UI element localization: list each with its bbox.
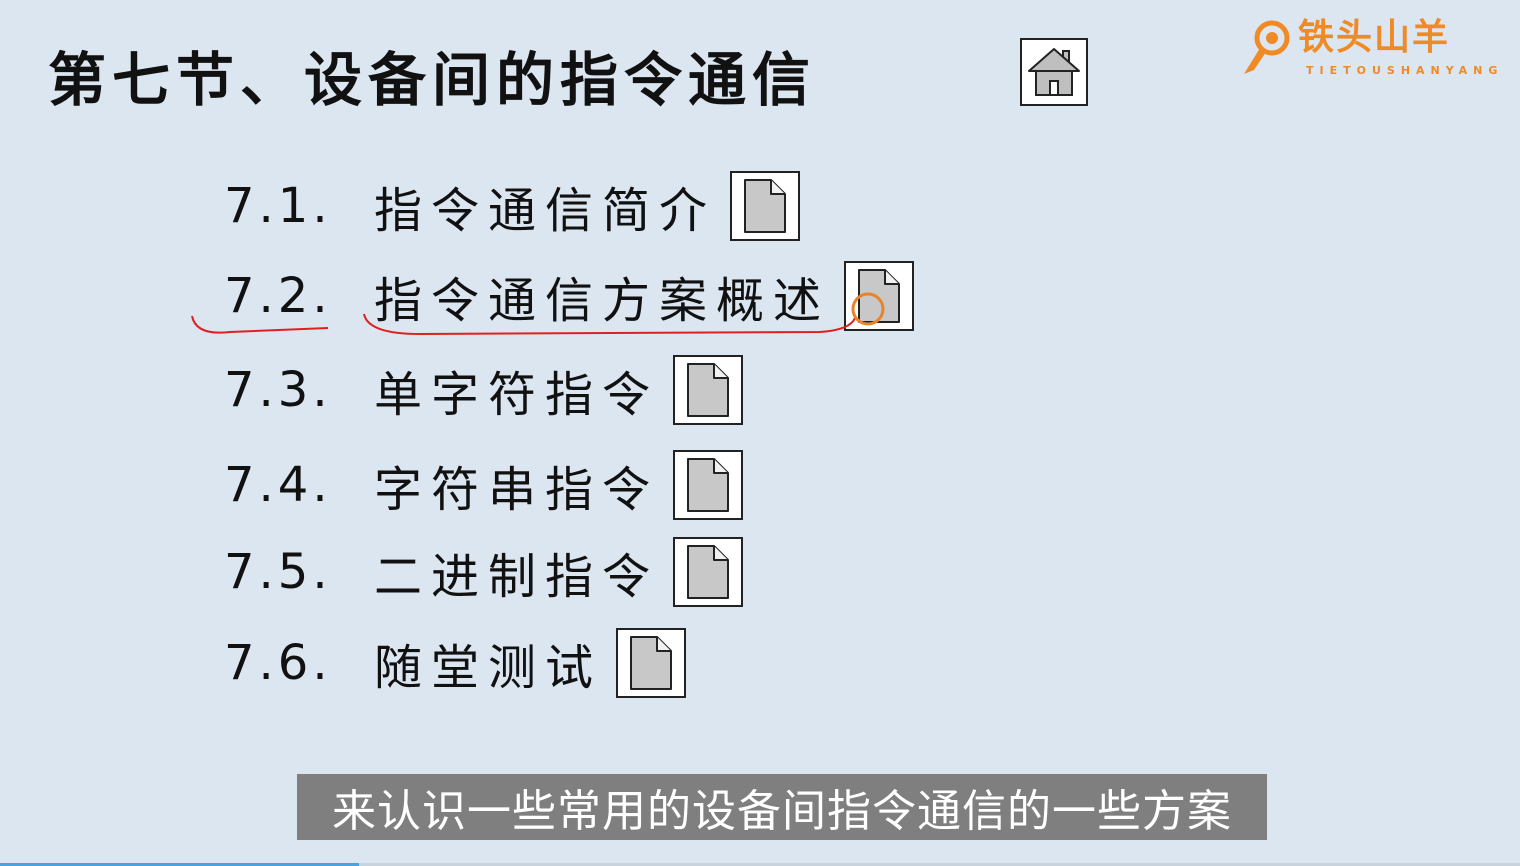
- toc-number: 7.5.: [224, 544, 332, 600]
- toc-item-7-6[interactable]: 7.6. 随堂测试: [224, 628, 687, 698]
- toc-label: 二进制指令: [374, 549, 660, 605]
- page-title: 第七节、设备间的指令通信: [48, 46, 817, 114]
- brand-logo: 铁头山羊 TIETOUSHANYANG: [1240, 14, 1512, 80]
- toc-number: 7.3.: [224, 362, 332, 418]
- document-icon: [744, 179, 787, 233]
- goat-logo-icon: [1244, 20, 1290, 74]
- toc-label: 字符串指令: [374, 462, 660, 518]
- toc-label: 指令通信方案概述: [374, 273, 831, 329]
- toc-item-7-1[interactable]: 7.1. 指令通信简介: [224, 171, 801, 241]
- toc-item-7-3[interactable]: 7.3. 单字符指令: [224, 355, 744, 425]
- toc-item-7-5[interactable]: 7.5. 二进制指令: [224, 537, 744, 607]
- open-document-button[interactable]: [673, 355, 744, 425]
- home-button[interactable]: [1020, 38, 1088, 106]
- open-document-button[interactable]: [673, 450, 744, 520]
- document-icon: [630, 636, 673, 690]
- toc-label: 随堂测试: [374, 640, 603, 696]
- open-document-button[interactable]: [844, 261, 915, 331]
- toc-number: 7.4.: [224, 457, 332, 513]
- document-icon: [687, 545, 730, 599]
- document-icon: [858, 269, 901, 323]
- toc-number: 7.1.: [224, 178, 332, 234]
- toc-number: 7.6.: [224, 635, 332, 691]
- toc-item-7-2[interactable]: 7.2. 指令通信方案概述: [224, 261, 915, 331]
- home-icon: [1028, 48, 1080, 96]
- toc-label: 指令通信简介: [374, 183, 717, 239]
- toc-label: 单字符指令: [374, 367, 660, 423]
- pen-annotation: [191, 292, 885, 336]
- logo-name: 铁头山羊: [1298, 17, 1451, 58]
- open-document-button[interactable]: [616, 628, 687, 698]
- toc-number: 7.2.: [224, 268, 332, 324]
- open-document-button[interactable]: [673, 537, 744, 607]
- document-icon: [687, 458, 730, 512]
- logo-subtitle: TIETOUSHANYANG: [1306, 64, 1504, 77]
- toc-item-7-4[interactable]: 7.4. 字符串指令: [224, 450, 744, 520]
- open-document-button[interactable]: [730, 171, 801, 241]
- subtitle-caption: 来认识一些常用的设备间指令通信的一些方案: [297, 774, 1267, 840]
- document-icon: [687, 363, 730, 417]
